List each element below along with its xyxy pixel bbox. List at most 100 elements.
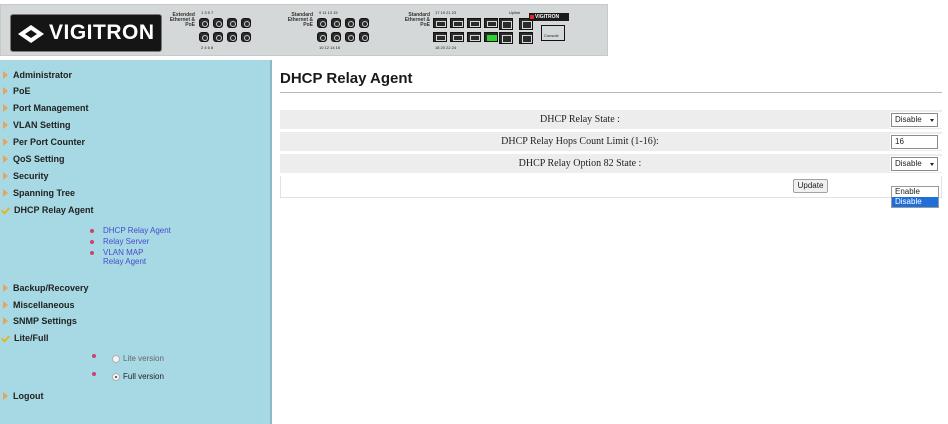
ethernet-port-icon <box>213 18 223 28</box>
lite-version-radio[interactable] <box>112 354 120 363</box>
sidebar-item-qos-setting[interactable]: QoS Setting <box>0 151 65 167</box>
chevron-down-icon <box>930 163 934 166</box>
relay-state-value: Disable <box>895 115 922 124</box>
sidebar: Administrator PoE Port Management VLAN S… <box>0 60 272 424</box>
title-divider <box>280 92 942 93</box>
ethernet-port-icon <box>467 18 481 28</box>
ethernet-port-icon <box>199 32 209 42</box>
triangle-right-icon <box>3 392 8 400</box>
option82-state-select[interactable]: Disable <box>891 157 938 171</box>
port-row <box>199 32 251 42</box>
sub-item-label: Relay Server <box>103 237 150 246</box>
sidebar-item-label: DHCP Relay Agent <box>14 205 94 215</box>
port-numbers-bottom: 2 4 6 8 <box>201 45 214 50</box>
port-group-label: Extended Ethernet & PoE <box>169 12 195 28</box>
relay-state-select[interactable]: Disable <box>891 113 938 127</box>
sidebar-item-poe[interactable]: PoE <box>0 83 31 99</box>
port-row <box>317 18 369 28</box>
port-numbers-bottom: 18 20 22 24 <box>435 45 457 50</box>
bullet-icon <box>90 251 94 255</box>
port-group-label: Standard Ethernet & PoE <box>404 12 430 28</box>
relay-state-label: DHCP Relay State : <box>540 114 620 125</box>
version-option-lite[interactable]: Lite version <box>92 353 164 363</box>
sub-item-dhcp-relay-agent[interactable]: DHCP Relay Agent <box>90 226 193 235</box>
console-label: Console <box>544 33 559 38</box>
port-numbers-bottom: 10 12 14 16 <box>319 45 341 50</box>
sidebar-item-snmp-settings[interactable]: SNMP Settings <box>0 313 77 329</box>
dropdown-option-disable[interactable]: Disable <box>892 197 938 207</box>
version-option-full[interactable]: Full version <box>92 371 164 381</box>
triangle-right-icon <box>3 172 8 180</box>
triangle-right-icon <box>3 138 8 146</box>
triangle-right-icon <box>3 104 8 112</box>
update-button[interactable]: Update <box>793 179 828 193</box>
sidebar-item-label: Port Management <box>13 103 89 113</box>
ethernet-port-icon <box>317 32 327 42</box>
hops-count-input[interactable]: 16 <box>891 135 938 149</box>
bullet-icon <box>90 229 94 233</box>
sub-item-relay-server[interactable]: Relay Server <box>90 237 193 246</box>
triangle-right-icon <box>3 189 8 197</box>
ethernet-port-icon <box>331 18 341 28</box>
sidebar-item-spanning-tree[interactable]: Spanning Tree <box>0 185 75 201</box>
sidebar-item-label: QoS Setting <box>13 154 65 164</box>
ethernet-port-icon <box>241 32 251 42</box>
triangle-right-icon <box>3 317 8 325</box>
bullet-icon <box>92 371 96 376</box>
hops-count-label: DHCP Relay Hops Count Limit (1-16): <box>501 136 659 147</box>
sidebar-item-logout[interactable]: Logout <box>0 388 44 404</box>
page-title: DHCP Relay Agent <box>280 70 413 87</box>
sidebar-item-lite-full[interactable]: Lite/Full <box>0 330 49 346</box>
switch-front-panel: VIGITRON Extended Ethernet & PoE 1 3 5 7… <box>0 4 608 56</box>
option82-dropdown-list: Enable Disable <box>891 186 939 208</box>
ethernet-port-icon <box>241 18 251 28</box>
ethernet-port-icon <box>484 18 498 28</box>
triangle-right-icon <box>3 284 8 292</box>
sidebar-item-label: Miscellaneous <box>13 300 75 310</box>
dropdown-option-enable[interactable]: Enable <box>892 187 938 197</box>
port-row <box>433 18 498 28</box>
lite-version-label: Lite version <box>123 354 164 363</box>
sidebar-item-label: SNMP Settings <box>13 316 77 326</box>
table-row: DHCP Relay Hops Count Limit (1-16): 16 <box>280 132 942 152</box>
sidebar-item-label: VLAN Setting <box>13 120 71 130</box>
sub-item-label: DHCP Relay Agent <box>103 226 171 235</box>
ethernet-port-icon <box>345 18 355 28</box>
header: VIGITRON Extended Ethernet & PoE 1 3 5 7… <box>0 0 948 60</box>
table-row: DHCP Relay State : Disable <box>280 110 942 130</box>
triangle-right-icon <box>3 155 8 163</box>
sub-item-vlan-map-relay-agent[interactable]: VLAN MAP Relay Agent <box>90 248 165 266</box>
sidebar-item-label: Logout <box>13 391 44 401</box>
port-group-label: Standard Ethernet & PoE <box>287 12 313 28</box>
sidebar-item-label: Security <box>13 171 49 181</box>
ethernet-port-icon <box>467 32 481 42</box>
active-port-icon <box>484 32 498 42</box>
sidebar-item-miscellaneous[interactable]: Miscellaneous <box>0 297 75 313</box>
full-version-label: Full version <box>123 372 164 381</box>
sidebar-item-port-management[interactable]: Port Management <box>0 100 89 116</box>
port-numbers-top: 9 11 13 15 <box>319 10 338 15</box>
sidebar-item-vlan-setting[interactable]: VLAN Setting <box>0 117 71 133</box>
full-version-radio[interactable] <box>112 372 120 381</box>
triangle-right-icon <box>3 71 8 79</box>
sidebar-item-dhcp-relay-agent[interactable]: DHCP Relay Agent <box>0 202 94 218</box>
sidebar-item-security[interactable]: Security <box>0 168 49 184</box>
check-icon <box>2 334 10 342</box>
uplink-port-icon <box>499 32 513 44</box>
check-icon <box>2 206 10 214</box>
sidebar-item-administrator[interactable]: Administrator <box>0 67 72 83</box>
option82-state-value: Disable <box>895 159 922 168</box>
option82-state-label: DHCP Relay Option 82 State : <box>518 158 642 169</box>
port-numbers-top: 17 19 21 23 <box>435 10 457 15</box>
brand-name: VIGITRON <box>49 21 155 44</box>
sub-item-label: VLAN MAP Relay Agent <box>103 248 147 266</box>
ethernet-port-icon <box>227 32 237 42</box>
sidebar-item-per-port-counter[interactable]: Per Port Counter <box>0 134 85 150</box>
uplink-port-icon <box>499 18 513 30</box>
ethernet-port-icon <box>359 32 369 42</box>
port-row <box>199 18 251 28</box>
sidebar-item-label: PoE <box>13 86 31 96</box>
sidebar-item-backup-recovery[interactable]: Backup/Recovery <box>0 280 89 296</box>
sidebar-item-label: Backup/Recovery <box>13 283 89 293</box>
ethernet-port-icon <box>345 32 355 42</box>
